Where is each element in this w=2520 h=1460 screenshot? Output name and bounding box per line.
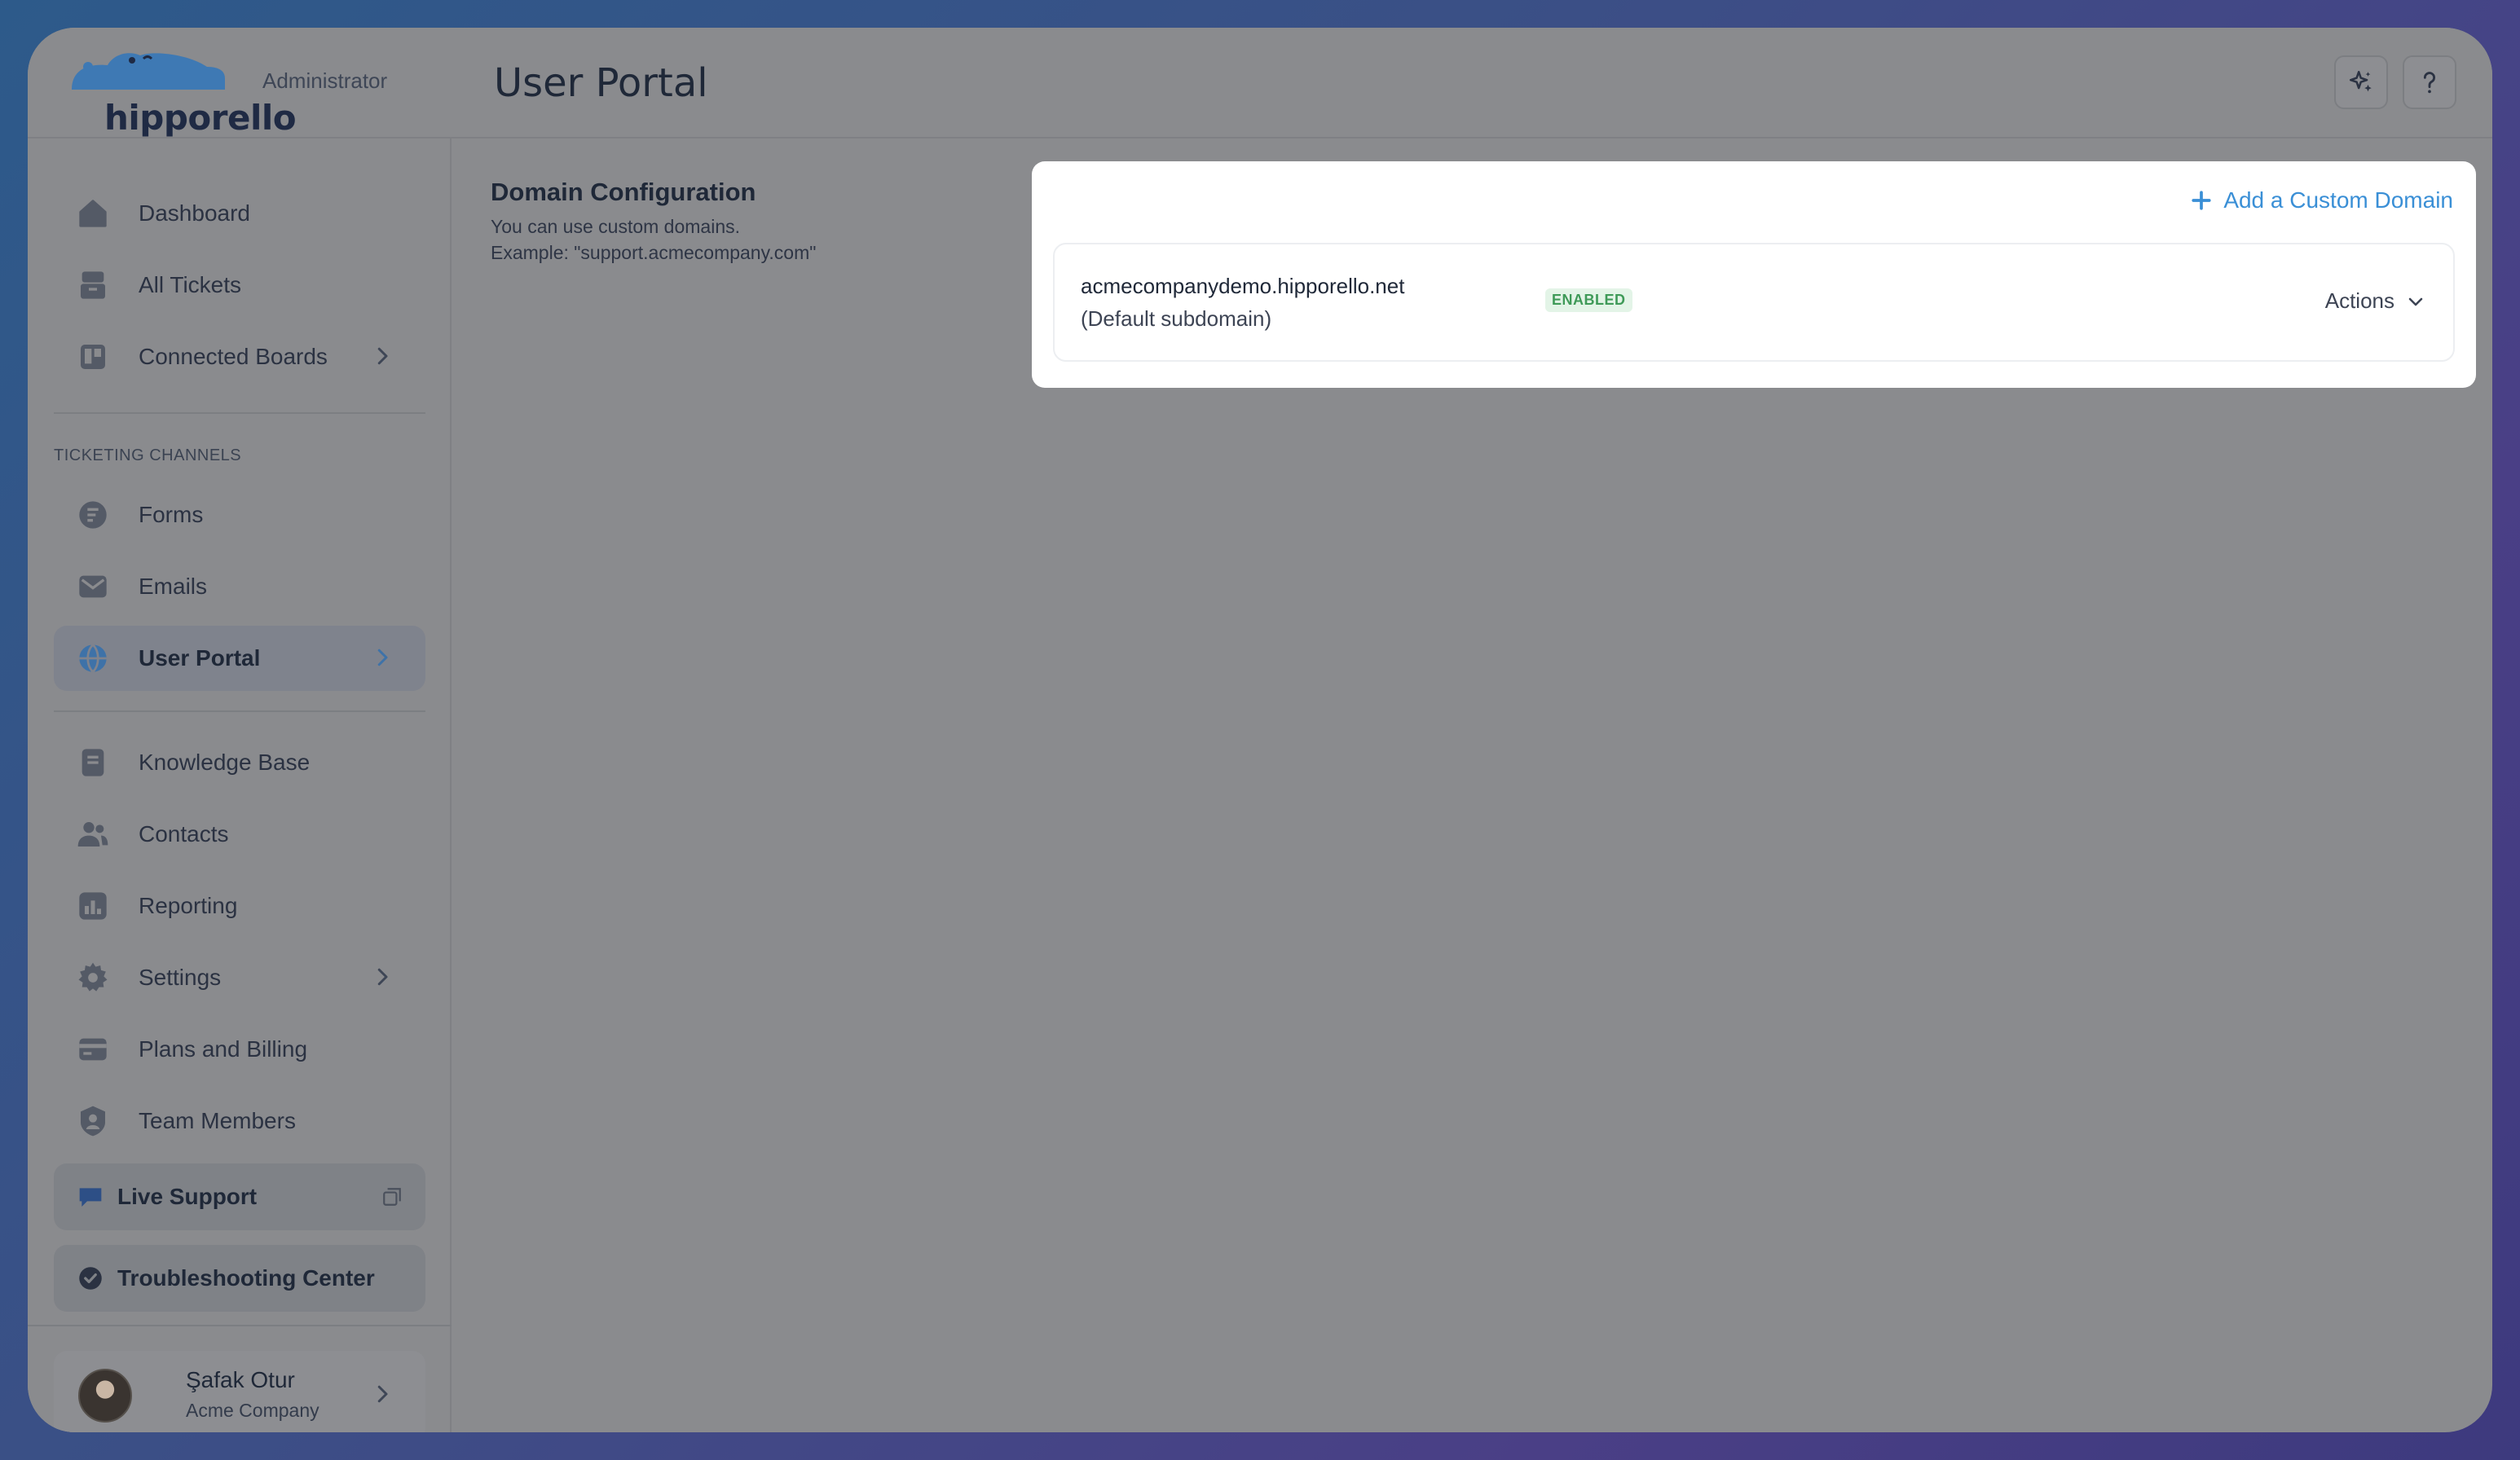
chevron-down-icon xyxy=(2408,297,2423,306)
sidebar-divider xyxy=(28,1325,452,1326)
sidebar-item-label: Settings xyxy=(139,965,222,990)
sidebar-item-label: All Tickets xyxy=(139,272,242,297)
domain-row: acmecompanydemo.hipporello.net (Default … xyxy=(1053,243,2455,362)
domain-panel: Add a Custom Domain acmecompanydemo.hipp… xyxy=(1032,161,2476,388)
sidebar-item-all-tickets[interactable]: All Tickets xyxy=(54,253,425,318)
sidebar-item-label: Connected Boards xyxy=(139,344,328,369)
sidebar-item-emails[interactable]: Emails xyxy=(54,554,425,619)
chevron-right-icon xyxy=(377,649,388,666)
sidebar-item-reporting[interactable]: Reporting xyxy=(54,873,425,939)
section-label-ticketing-channels: TICKETING CHANNELS xyxy=(54,446,242,464)
envelope-icon xyxy=(75,569,111,605)
forms-icon xyxy=(75,497,111,533)
home-icon xyxy=(75,196,111,231)
sparkles-icon xyxy=(2349,70,2372,92)
domain-note: (Default subdomain) xyxy=(1081,306,1272,331)
trello-board-icon xyxy=(75,339,111,375)
sidebar-item-label: Dashboard xyxy=(139,200,250,226)
sidebar-divider xyxy=(54,412,425,414)
sidebar-item-team-members[interactable]: Team Members xyxy=(54,1088,425,1154)
sidebar: Dashboard All Tickets Connected Boards T… xyxy=(28,139,452,1432)
plus-icon xyxy=(2192,191,2211,210)
sidebar-item-connected-boards[interactable]: Connected Boards xyxy=(54,324,425,389)
live-support-button[interactable]: Live Support xyxy=(54,1163,425,1230)
sidebar-item-settings[interactable]: Settings xyxy=(54,945,425,1010)
sidebar-item-label: Forms xyxy=(139,502,204,527)
book-icon xyxy=(75,745,111,781)
domain-configuration-title: Domain Configuration xyxy=(491,178,756,206)
chevron-right-icon xyxy=(377,347,388,365)
troubleshooting-center-button[interactable]: Troubleshooting Center xyxy=(54,1245,425,1312)
ai-assistant-button[interactable] xyxy=(2334,55,2388,109)
status-badge: ENABLED xyxy=(1545,288,1632,312)
live-support-label: Live Support xyxy=(117,1184,258,1209)
sidebar-item-label: Plans and Billing xyxy=(139,1036,308,1062)
user-badge-icon xyxy=(75,1103,111,1139)
sidebar-item-label: User Portal xyxy=(139,645,261,671)
globe-icon xyxy=(75,640,111,676)
app-window: hipporello Administrator User Portal Das… xyxy=(28,28,2492,1432)
domain-configuration-description: You can use custom domains. Example: "su… xyxy=(491,213,816,266)
role-label: Administrator xyxy=(262,68,388,93)
sidebar-item-contacts[interactable]: Contacts xyxy=(54,802,425,867)
description-example: Example: "support.acmecompany.com" xyxy=(491,242,817,263)
user-profile-card[interactable]: Şafak Otur Acme Company xyxy=(54,1351,425,1432)
user-organization: Acme Company xyxy=(186,1400,319,1421)
sidebar-item-label: Contacts xyxy=(139,821,229,847)
sidebar-item-plans-and-billing[interactable]: Plans and Billing xyxy=(54,1017,425,1082)
hipporello-logo[interactable]: hipporello xyxy=(65,42,297,138)
check-circle-icon xyxy=(77,1264,104,1292)
external-window-icon xyxy=(383,1188,401,1206)
gear-icon xyxy=(75,960,111,996)
bar-chart-icon xyxy=(75,888,111,924)
actions-dropdown[interactable]: Actions xyxy=(2325,288,2425,314)
sidebar-item-knowledge-base[interactable]: Knowledge Base xyxy=(54,730,425,795)
troubleshooting-center-label: Troubleshooting Center xyxy=(117,1265,375,1291)
sidebar-item-label: Emails xyxy=(139,574,208,599)
description-line: You can use custom domains. xyxy=(491,216,740,237)
add-custom-domain-button[interactable]: Add a Custom Domain xyxy=(2191,187,2453,213)
domain-name: acmecompanydemo.hipporello.net xyxy=(1081,274,1405,298)
actions-label: Actions xyxy=(2324,288,2394,313)
users-icon xyxy=(75,816,111,852)
hippo-icon xyxy=(72,53,225,90)
chevron-right-icon xyxy=(377,1385,388,1403)
inbox-icon xyxy=(75,267,111,303)
sidebar-item-label: Reporting xyxy=(139,893,238,918)
chevron-right-icon xyxy=(377,968,388,986)
chat-icon xyxy=(77,1183,104,1211)
sidebar-divider xyxy=(54,710,425,712)
brand-name: hipporello xyxy=(104,98,297,138)
credit-card-icon xyxy=(75,1031,111,1067)
top-bar: hipporello Administrator User Portal xyxy=(28,28,2492,139)
help-button[interactable] xyxy=(2403,55,2456,109)
sidebar-item-dashboard[interactable]: Dashboard xyxy=(54,181,425,246)
sidebar-item-label: Team Members xyxy=(139,1108,296,1133)
sidebar-item-forms[interactable]: Forms xyxy=(54,482,425,548)
user-name: Şafak Otur xyxy=(186,1367,295,1392)
help-icon xyxy=(2423,72,2436,94)
page-title: User Portal xyxy=(494,60,708,106)
add-custom-domain-label: Add a Custom Domain xyxy=(2223,187,2453,213)
sidebar-item-user-portal[interactable]: User Portal xyxy=(54,626,425,691)
avatar xyxy=(78,1369,132,1423)
sidebar-item-label: Knowledge Base xyxy=(139,750,311,775)
